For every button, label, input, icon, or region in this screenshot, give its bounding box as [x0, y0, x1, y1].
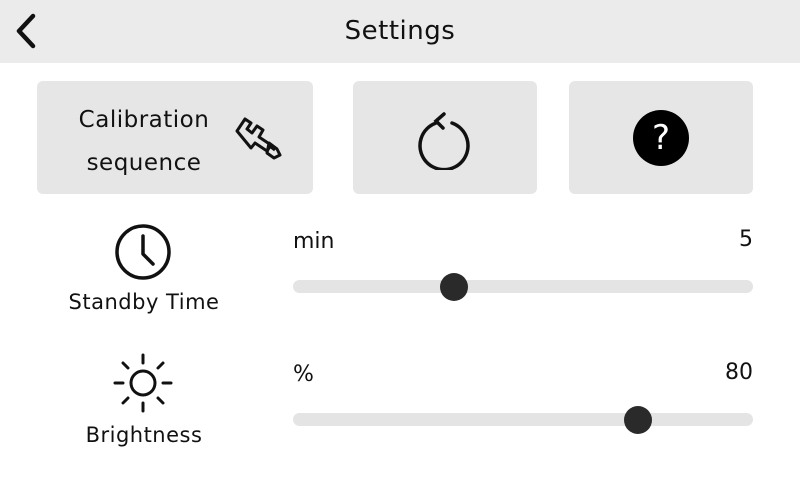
- standby-time-label: Standby Time: [68, 290, 220, 314]
- brightness-slider-thumb[interactable]: [624, 405, 652, 434]
- question-icon: ?: [633, 109, 689, 166]
- rotate-icon: [418, 111, 470, 170]
- standby-time-slider[interactable]: [293, 272, 753, 301]
- reset-button[interactable]: [353, 81, 537, 194]
- page-title: Settings: [344, 16, 456, 46]
- brightness-value: 80: [725, 360, 753, 385]
- calibration-label-line2: sequence: [86, 150, 202, 176]
- standby-slider-thumb[interactable]: [440, 272, 468, 301]
- calibration-label: Calibration sequence: [59, 99, 229, 185]
- wrench-caliper-icon: [235, 117, 282, 160]
- brightness-slider[interactable]: [293, 405, 753, 434]
- sun-icon: [113, 353, 173, 413]
- question-glyph: ?: [651, 117, 671, 158]
- clock-icon: [115, 224, 171, 280]
- header-bar: Settings: [0, 0, 800, 63]
- settings-screen: Settings Calibration sequence ? Standby …: [0, 0, 800, 480]
- brightness-unit: %: [293, 362, 314, 387]
- calibration-sequence-button[interactable]: Calibration sequence: [37, 81, 313, 194]
- calibration-label-line1: Calibration: [78, 107, 210, 133]
- help-button[interactable]: ?: [569, 81, 753, 194]
- back-button[interactable]: [4, 8, 48, 54]
- standby-value: 5: [739, 227, 753, 252]
- brightness-label: Brightness: [85, 423, 203, 447]
- standby-unit: min: [293, 229, 335, 254]
- chevron-left-icon: [16, 13, 36, 49]
